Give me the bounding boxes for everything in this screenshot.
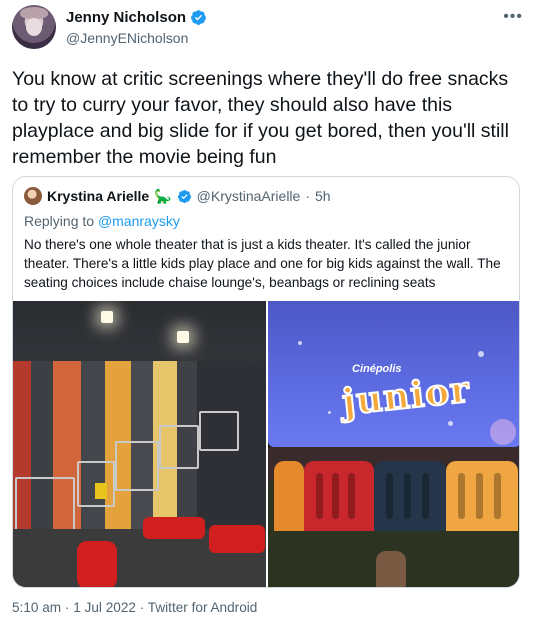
author-handle[interactable]: @JennyENicholson bbox=[66, 30, 188, 46]
avatar-face bbox=[26, 18, 42, 36]
photo-junior-screen[interactable]: Cinépolis junior bbox=[268, 301, 519, 587]
red-seat bbox=[209, 525, 265, 553]
ceiling-light bbox=[177, 331, 189, 343]
meta-separator: · bbox=[139, 600, 145, 615]
tweet-source: Twitter for Android bbox=[147, 600, 258, 615]
red-seat bbox=[77, 541, 117, 587]
play-pen-panel bbox=[274, 461, 304, 531]
replying-to: Replying to @manraysky bbox=[24, 213, 180, 229]
quote-author-handle: @KrystinaArielle bbox=[196, 188, 301, 204]
replying-mention-link[interactable]: @manraysky bbox=[98, 213, 180, 229]
verified-badge-icon bbox=[177, 189, 191, 203]
more-horizontal-icon[interactable]: ••• bbox=[503, 8, 523, 26]
quote-text: No there's one whole theater that is jus… bbox=[24, 237, 501, 290]
tweet-text: You know at critic screenings where they… bbox=[12, 68, 509, 168]
star-dot bbox=[478, 351, 484, 357]
tweet-date[interactable]: 1 Jul 2022 bbox=[73, 600, 136, 615]
railing bbox=[115, 441, 159, 491]
tweet: Jenny Nicholson @JennyENicholson ••• You… bbox=[0, 0, 537, 617]
tweet-meta: 5:10 am · 1 Jul 2022 · Twitter for Andro… bbox=[12, 600, 257, 615]
railing bbox=[15, 477, 75, 537]
replying-prefix: Replying to bbox=[24, 213, 95, 229]
star-dot bbox=[448, 421, 453, 426]
verified-badge-icon bbox=[191, 10, 206, 25]
shoes bbox=[376, 551, 406, 587]
red-seat bbox=[143, 517, 205, 539]
play-pen-panel bbox=[446, 461, 518, 531]
author-avatar[interactable] bbox=[12, 5, 56, 49]
quote-author-name: Krystina Arielle bbox=[47, 188, 150, 204]
meta-separator: · bbox=[64, 600, 70, 615]
cinepolis-brand: Cinépolis bbox=[352, 363, 402, 375]
ceiling-light bbox=[101, 311, 113, 323]
quote-separator: · bbox=[305, 188, 310, 204]
photo-theater-stripes[interactable] bbox=[13, 301, 266, 587]
author-name-row: Jenny Nicholson bbox=[66, 9, 207, 26]
play-pen-panel bbox=[304, 461, 374, 531]
author-name[interactable]: Jenny Nicholson bbox=[66, 9, 186, 26]
play-pen-panel bbox=[374, 461, 446, 531]
quote-time: 5h bbox=[315, 188, 331, 204]
quote-photos: Cinépolis junior bbox=[13, 301, 519, 587]
railing bbox=[159, 425, 199, 469]
star-dot bbox=[328, 411, 331, 414]
quote-author-avatar bbox=[24, 187, 42, 205]
tweet-time[interactable]: 5:10 am bbox=[12, 600, 61, 615]
star-dot bbox=[298, 341, 302, 345]
planet bbox=[490, 419, 516, 445]
dinosaur-emoji-icon: 🦕 bbox=[154, 187, 172, 204]
warning-sign bbox=[95, 483, 107, 499]
quote-header: Krystina Arielle 🦕 @KrystinaArielle · 5h bbox=[24, 187, 331, 205]
railing bbox=[199, 411, 239, 451]
quoted-tweet[interactable]: Krystina Arielle 🦕 @KrystinaArielle · 5h… bbox=[12, 176, 520, 588]
